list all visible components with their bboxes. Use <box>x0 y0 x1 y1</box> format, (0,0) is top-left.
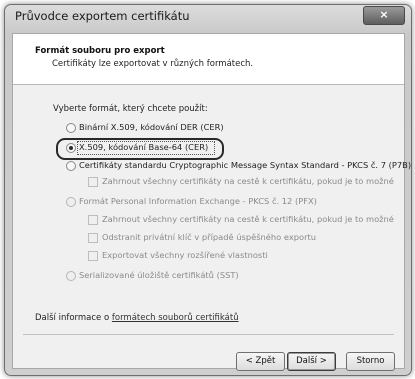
more-info-text: Další informace o formátech souborů cert… <box>35 313 239 323</box>
focus-rectangle <box>77 141 215 155</box>
page-subtitle: Certifikáty lze exportovat v různých for… <box>52 59 254 69</box>
title-bar[interactable]: Průvodce exportem certifikátu × <box>5 5 411 27</box>
radio-sst[interactable] <box>66 271 76 281</box>
page-title: Formát souboru pro export <box>35 46 165 56</box>
more-info-prefix: Další informace o <box>35 313 112 323</box>
option-sst-label: Serializované úložiště certifikátů (SST) <box>79 270 239 280</box>
option-pfx-delete-key-label: Odstranit privátní klíč v případě úspěšn… <box>102 232 317 242</box>
option-p7b-include-label: Zahrnout všechny certifikáty na cestě k … <box>102 176 394 186</box>
format-prompt: Vyberte formát, který chcete použít: <box>53 104 208 114</box>
option-pfx-label: Formát Personal Information Exchange - P… <box>79 196 317 206</box>
more-info-link[interactable]: formátech souborů certifikátů <box>112 313 239 323</box>
option-der-label[interactable]: Binární X.509, kódování DER (CER) <box>79 122 224 132</box>
radio-p7b[interactable] <box>66 161 76 171</box>
close-icon[interactable]: × <box>363 6 405 25</box>
cancel-button[interactable]: Storno <box>346 352 395 371</box>
checkbox-pfx-include-path[interactable] <box>88 215 98 225</box>
option-pfx-include-label: Zahrnout všechny certifikáty na cestě k … <box>102 214 394 224</box>
radio-base64[interactable] <box>66 143 76 153</box>
wizard-client-area: Formát souboru pro export Certifikáty lz… <box>12 33 411 371</box>
radio-pfx[interactable] <box>66 197 76 207</box>
radio-der[interactable] <box>66 123 76 133</box>
button-separator <box>23 334 394 335</box>
option-pfx-ext-props-label: Exportovat všechny rozšířené vlastnosti <box>102 250 268 260</box>
next-button[interactable]: Další > <box>287 352 336 371</box>
checkbox-pfx-delete-key[interactable] <box>88 233 98 243</box>
checkbox-p7b-include-path[interactable] <box>88 177 98 187</box>
wizard-header: Formát souboru pro export Certifikáty lz… <box>13 34 404 85</box>
export-wizard-window: Průvodce exportem certifikátu × Formát s… <box>4 4 412 376</box>
back-button[interactable]: < Zpět <box>236 352 285 371</box>
window-title: Průvodce exportem certifikátu <box>15 9 190 23</box>
checkbox-pfx-ext-props[interactable] <box>88 251 98 261</box>
option-p7b-label[interactable]: Certifikáty standardu Cryptographic Mess… <box>79 160 411 170</box>
